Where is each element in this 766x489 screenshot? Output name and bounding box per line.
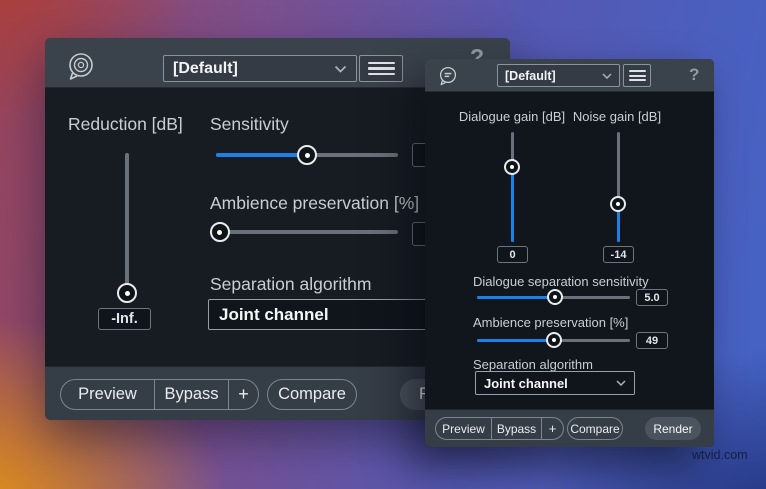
preset-value: [Default]	[173, 60, 238, 78]
algorithm-label: Separation algorithm	[473, 357, 593, 372]
transport-button-group: Preview Bypass +	[435, 417, 564, 440]
noise-gain-knob[interactable]	[610, 196, 626, 212]
ambience-label: Ambience preservation [%]	[473, 315, 628, 330]
sensitivity-value[interactable]: 5.0	[636, 289, 668, 306]
front-footer-bar: Preview Bypass + Compare Render	[425, 409, 714, 447]
preset-menu-button[interactable]	[623, 64, 651, 87]
sensitivity-slider[interactable]	[477, 289, 630, 305]
reduction-slider[interactable]	[117, 153, 137, 293]
dialogue-gain-value[interactable]: 0	[497, 246, 528, 263]
desktop-background: [Default] ? Reduction [dB] -Inf. Sensiti…	[0, 0, 766, 489]
ambience-label: Ambience preservation [%]	[210, 193, 419, 214]
preset-value: [Default]	[505, 69, 556, 83]
dialogue-isolate-logo-icon	[66, 51, 96, 81]
chevron-down-icon	[602, 73, 612, 79]
algorithm-value: Joint channel	[219, 305, 329, 325]
chevron-down-icon	[616, 380, 626, 386]
bypass-button[interactable]: Bypass	[491, 418, 541, 439]
compare-button[interactable]: Compare	[267, 379, 357, 410]
chevron-down-icon	[334, 65, 347, 73]
preset-selector[interactable]: [Default]	[497, 64, 620, 87]
preset-selector[interactable]: [Default]	[163, 55, 357, 82]
dialogue-gain-knob[interactable]	[504, 159, 520, 175]
watermark: wtvid.com	[692, 448, 748, 462]
preset-menu-button[interactable]	[359, 55, 403, 82]
ambience-slider[interactable]	[477, 332, 630, 348]
sensitivity-slider-knob[interactable]	[297, 145, 317, 165]
noise-gain-slider[interactable]	[610, 132, 626, 242]
dialogue-isolate-logo-icon	[438, 66, 458, 86]
sensitivity-knob[interactable]	[547, 289, 563, 305]
preview-button[interactable]: Preview	[436, 418, 491, 439]
ambience-knob[interactable]	[546, 332, 562, 348]
help-button[interactable]: ?	[689, 65, 699, 85]
noise-gain-label: Noise gain [dB]	[552, 109, 682, 124]
reduction-label: Reduction [dB]	[68, 114, 183, 135]
sensitivity-slider[interactable]	[216, 145, 398, 165]
preview-button[interactable]: Preview	[61, 380, 154, 409]
ambience-slider-knob[interactable]	[210, 222, 230, 242]
render-button[interactable]: Render	[645, 417, 701, 440]
algorithm-dropdown[interactable]: Joint channel	[475, 371, 635, 395]
bypass-button[interactable]: Bypass	[154, 380, 228, 409]
ambience-slider[interactable]	[216, 222, 398, 242]
reduction-slider-knob[interactable]	[117, 283, 137, 303]
add-button[interactable]: +	[228, 380, 258, 409]
dialogue-gain-slider[interactable]	[504, 132, 520, 242]
sensitivity-label: Dialogue separation sensitivity	[473, 274, 649, 289]
hamburger-icon	[629, 70, 646, 72]
compare-button[interactable]: Compare	[567, 417, 623, 440]
plugin-window-front: [Default] ? Dialogue gain [dB] Noise gai…	[425, 59, 714, 447]
add-button[interactable]: +	[541, 418, 563, 439]
transport-button-group: Preview Bypass +	[60, 379, 259, 410]
reduction-value[interactable]: -Inf.	[98, 308, 151, 330]
ambience-value[interactable]: 49	[636, 332, 668, 349]
front-header-bar: [Default] ?	[425, 59, 714, 92]
noise-gain-value[interactable]: -14	[603, 246, 634, 263]
sensitivity-label: Sensitivity	[210, 114, 289, 135]
algorithm-label: Separation algorithm	[210, 274, 371, 295]
hamburger-icon	[368, 62, 395, 65]
algorithm-value: Joint channel	[484, 376, 568, 391]
